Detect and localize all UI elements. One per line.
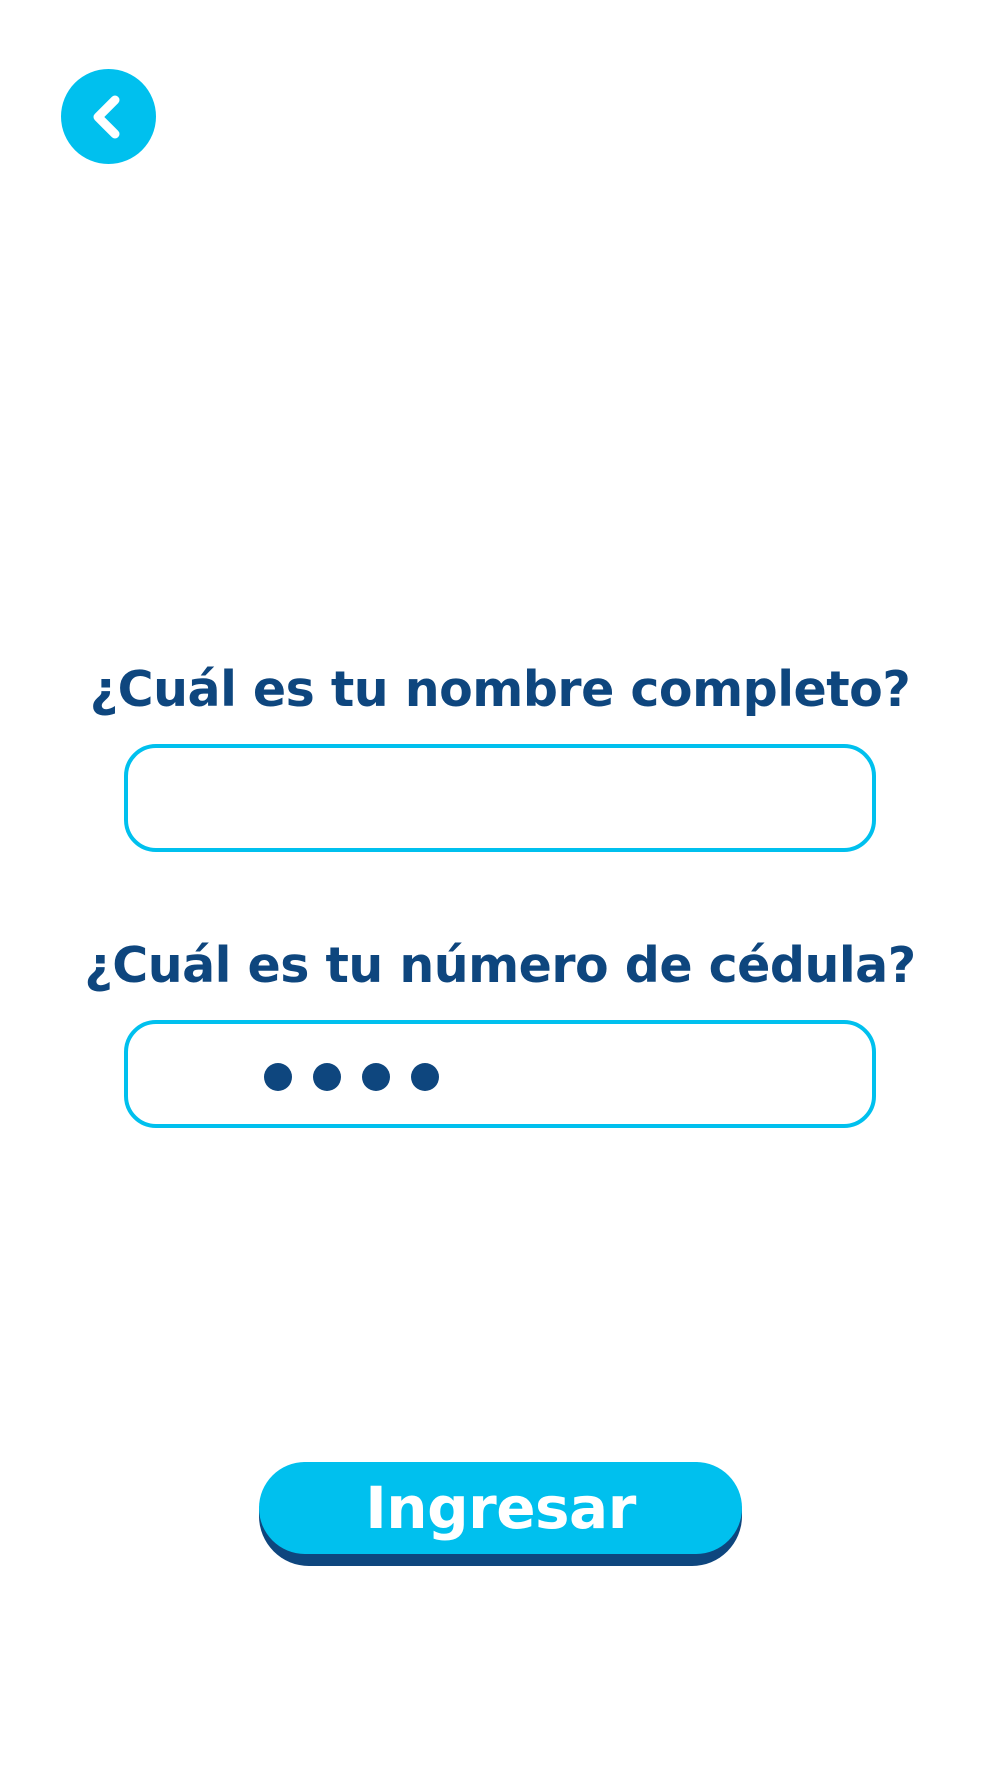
masked-digit-dot [264,1063,292,1091]
masked-digit-dot [362,1063,390,1091]
submit-button-face: Ingresar [259,1462,742,1554]
chevron-left-icon [93,95,120,139]
full-name-field-frame [124,744,876,852]
back-button[interactable] [61,69,156,164]
masked-digit-dot [313,1063,341,1091]
masked-digit-dot [411,1063,439,1091]
submit-button[interactable]: Ingresar [259,1462,742,1566]
id-number-field[interactable] [124,1020,876,1128]
submit-button-label: Ingresar [365,1474,636,1542]
id-number-label: ¿Cuál es tu número de cédula? [84,937,916,994]
masked-id-dots [264,1063,439,1091]
full-name-input[interactable] [128,748,872,848]
full-name-label: ¿Cuál es tu nombre completo? [89,661,911,718]
